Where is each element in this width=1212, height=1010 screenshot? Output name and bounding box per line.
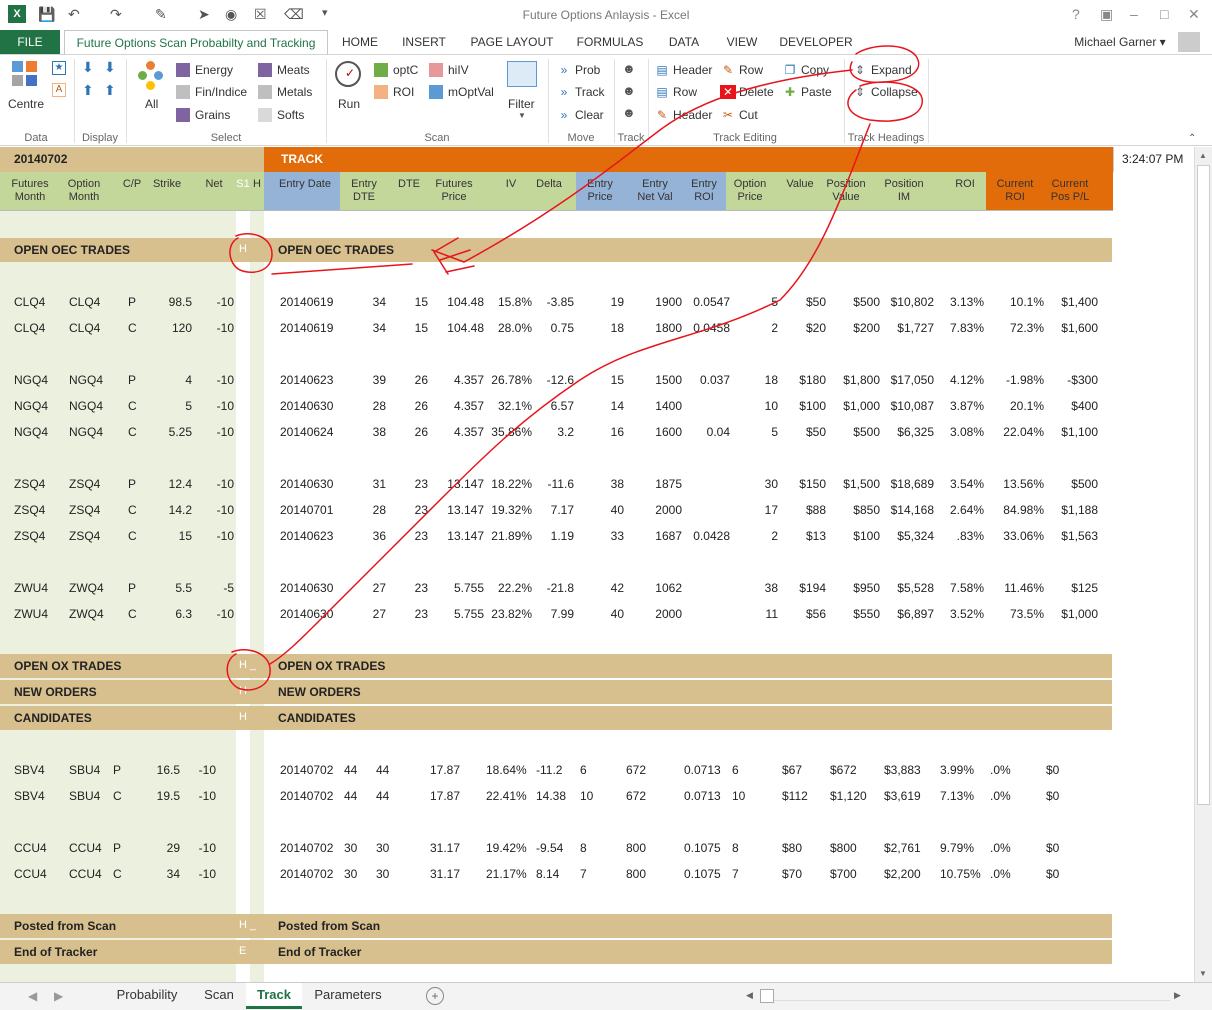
- collapse-circle: [847, 81, 923, 122]
- oec-arrow: [431, 237, 475, 275]
- h-circle-ox: [226, 648, 271, 691]
- red-annotation-overlay: [226, 45, 923, 691]
- expand-to-oec-line: [463, 69, 853, 263]
- collapse-to-ox-line: [269, 123, 871, 665]
- oec-underline: [271, 263, 413, 275]
- expand-circle: [849, 45, 920, 84]
- h-circle-oec: [229, 233, 273, 274]
